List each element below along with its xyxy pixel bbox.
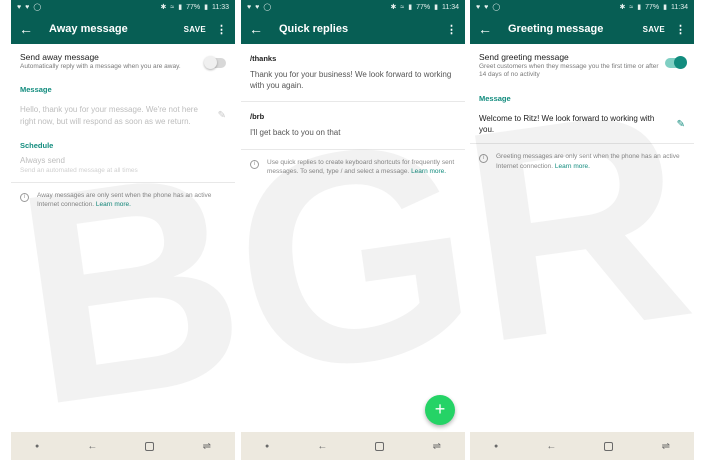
twitter-icon: ♥	[17, 3, 22, 11]
dot-icon[interactable]: ●	[35, 443, 39, 450]
bluetooth-icon: ✱	[160, 4, 167, 11]
send-away-message-setting[interactable]: Send away message Automatically reply wi…	[11, 44, 235, 79]
schedule-option[interactable]: Always send Send an automated message at…	[11, 154, 235, 182]
learn-more-link[interactable]: Learn more.	[411, 168, 446, 175]
quick-reply-item[interactable]: /brb I'll get back to you on that	[241, 102, 465, 148]
battery-icon: ▮	[204, 4, 208, 11]
edit-pencil-icon[interactable]: ✎	[218, 110, 226, 121]
nav-bar: ● ← ⇌	[11, 432, 235, 460]
toolbar: ← Greeting message SAVE ⋮	[470, 14, 694, 44]
back-arrow-icon[interactable]: ←	[478, 21, 500, 37]
setting-subtitle: Automatically reply with a message when …	[20, 63, 181, 70]
away-message-field[interactable]: Hello, thank you for your message. We're…	[11, 98, 235, 134]
dot-icon[interactable]: ●	[494, 443, 498, 450]
whatsapp-icon: ◯	[263, 4, 272, 11]
home-square-icon[interactable]	[145, 441, 155, 451]
nav-back-icon[interactable]: ←	[87, 441, 97, 452]
away-message-screen: ♥ ♥ ◯ ✱ ≈ ▮ 77% ▮ 11:33 ← Away message S…	[11, 0, 235, 460]
greeting-message-field[interactable]: Welcome to Ritz! We look forward to work…	[470, 107, 694, 143]
message-section-label: Message	[20, 85, 52, 95]
back-arrow-icon[interactable]: ←	[19, 21, 41, 37]
page-title: Away message	[49, 23, 128, 35]
quick-reply-text: I'll get back to you on that	[250, 128, 341, 138]
greeting-message-text: Welcome to Ritz! We look forward to work…	[479, 113, 655, 135]
signal-icon: ▮	[637, 4, 642, 11]
more-options-icon[interactable]: ⋮	[675, 23, 686, 36]
info-note: i Use quick replies to create keyboard s…	[241, 150, 465, 185]
send-greeting-message-setting[interactable]: Send greeting message Greet customers wh…	[470, 44, 694, 88]
page-title: Quick replies	[279, 23, 349, 35]
status-bar: ♥ ♥ ◯ ✱ ≈ ▮ 77% ▮ 11:33	[11, 0, 235, 14]
message-section-label: Message	[479, 93, 511, 103]
recents-icon[interactable]: ⇌	[662, 441, 670, 452]
away-message-text: Hello, thank you for your message. We're…	[20, 105, 198, 126]
toolbar: ← Away message SAVE ⋮	[11, 14, 235, 44]
back-arrow-icon[interactable]: ←	[249, 21, 271, 37]
battery-level: 77%	[645, 3, 660, 11]
clock: 11:33	[212, 3, 229, 11]
whatsapp-icon: ◯	[33, 4, 42, 11]
setting-title: Send greeting message	[479, 52, 569, 62]
schedule-title: Always send	[20, 155, 65, 165]
twitter-icon: ♥	[247, 3, 252, 11]
nav-back-icon[interactable]: ←	[546, 441, 556, 452]
save-button[interactable]: SAVE	[643, 25, 665, 34]
battery-level: 77%	[186, 3, 201, 11]
nav-bar: ● ← ⇌	[241, 432, 465, 460]
schedule-subtitle: Send an automated message at all times	[20, 166, 138, 174]
clock: 11:34	[442, 3, 459, 11]
nav-bar: ● ← ⇌	[470, 432, 694, 460]
clock: 11:34	[671, 3, 688, 11]
status-bar: ♥ ♥ ◯ ✱ ≈ ▮ 77% ▮ 11:34	[470, 0, 694, 14]
away-message-toggle[interactable]	[204, 56, 226, 69]
learn-more-link[interactable]: Learn more.	[555, 163, 590, 170]
twitter-icon: ♥	[476, 3, 481, 11]
more-options-icon[interactable]: ⋮	[216, 23, 227, 36]
save-button[interactable]: SAVE	[184, 25, 206, 34]
info-icon: i	[20, 192, 29, 202]
recents-icon[interactable]: ⇌	[203, 441, 211, 452]
battery-icon: ▮	[434, 4, 438, 11]
quick-replies-screen: ♥ ♥ ◯ ✱ ≈ ▮ 77% ▮ 11:34 ← Quick replies …	[241, 0, 465, 460]
info-note: i Away messages are only sent when the p…	[11, 183, 235, 218]
battery-level: 77%	[416, 3, 431, 11]
quick-reply-shortcut: /brb	[250, 112, 265, 122]
wifi-icon: ≈	[170, 3, 175, 11]
quick-reply-text: Thank you for your business! We look for…	[250, 70, 452, 91]
signal-icon: ▮	[408, 4, 413, 11]
heart-icon: ♥	[255, 3, 260, 11]
more-options-icon[interactable]: ⋮	[446, 23, 457, 36]
signal-icon: ▮	[178, 4, 183, 11]
info-icon: i	[479, 154, 488, 164]
bluetooth-icon: ✱	[390, 4, 397, 11]
home-square-icon[interactable]	[604, 441, 614, 451]
greeting-message-screen: ♥ ♥ ◯ ✱ ≈ ▮ 77% ▮ 11:34 ← Greeting messa…	[470, 0, 694, 460]
heart-icon: ♥	[484, 3, 489, 11]
quick-reply-shortcut: /thanks	[250, 54, 277, 63]
nav-back-icon[interactable]: ←	[317, 441, 327, 452]
dot-icon[interactable]: ●	[265, 443, 269, 450]
add-quick-reply-button[interactable]: +	[425, 395, 455, 425]
recents-icon[interactable]: ⇌	[433, 441, 441, 452]
heart-icon: ♥	[25, 3, 30, 11]
learn-more-link[interactable]: Learn more.	[96, 201, 131, 208]
info-note: i Greeting messages are only sent when t…	[470, 144, 694, 179]
wifi-icon: ≈	[400, 3, 405, 11]
greeting-message-toggle[interactable]	[665, 56, 687, 69]
schedule-section-label: Schedule	[20, 140, 54, 150]
status-bar: ♥ ♥ ◯ ✱ ≈ ▮ 77% ▮ 11:34	[241, 0, 465, 14]
home-square-icon[interactable]	[375, 441, 385, 451]
toolbar: ← Quick replies ⋮	[241, 14, 465, 44]
wifi-icon: ≈	[629, 3, 634, 11]
bluetooth-icon: ✱	[619, 4, 626, 11]
setting-subtitle: Greet customers when they message you th…	[479, 63, 659, 79]
battery-icon: ▮	[663, 4, 667, 11]
edit-pencil-icon[interactable]: ✎	[677, 119, 685, 130]
whatsapp-icon: ◯	[492, 4, 501, 11]
page-title: Greeting message	[508, 23, 604, 35]
quick-reply-item[interactable]: /thanks Thank you for your business! We …	[241, 44, 465, 101]
setting-title: Send away message	[20, 52, 99, 62]
info-icon: i	[250, 159, 259, 169]
